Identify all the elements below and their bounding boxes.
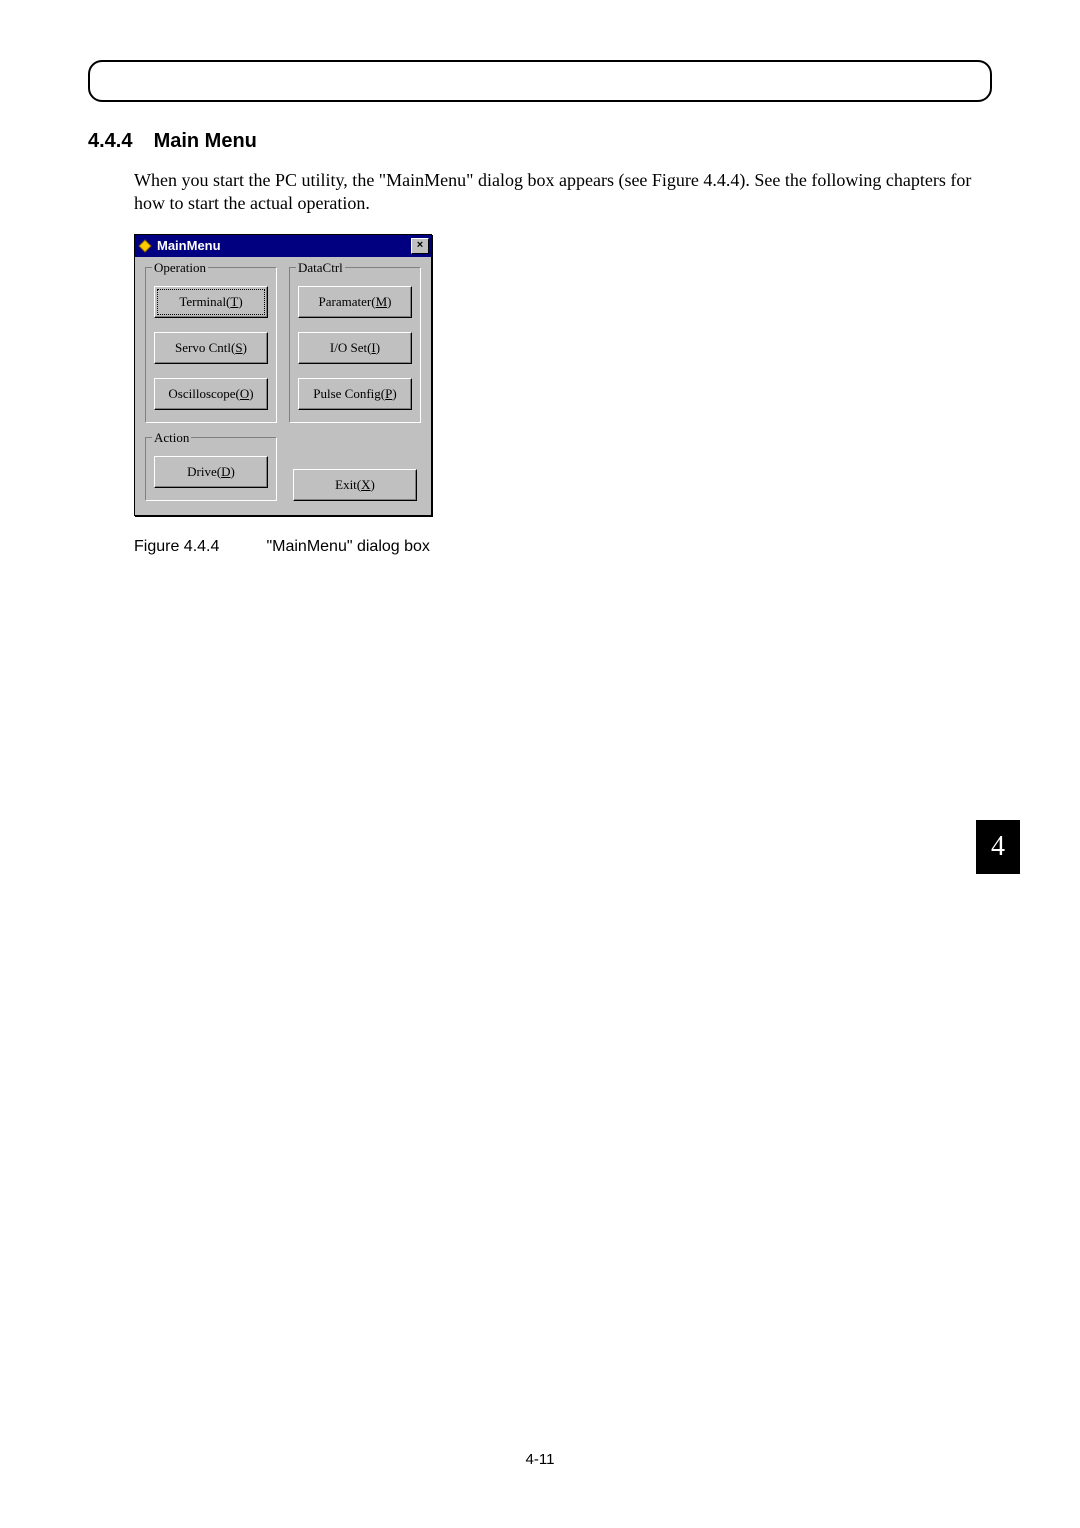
intro-paragraph: When you start the PC utility, the "Main… [134, 169, 992, 216]
legend-action: Action [152, 430, 191, 446]
figure-caption: Figure 4.4.4 "MainMenu" dialog box [134, 538, 992, 556]
exit-button[interactable]: Exit(X) [293, 469, 417, 501]
section-number: 4.4.4 [88, 130, 148, 153]
section-title: Main Menu [154, 130, 257, 152]
titlebar[interactable]: MainMenu × [135, 235, 431, 257]
legend-datactrl: DataCtrl [296, 260, 345, 276]
drive-button[interactable]: Drive(D) [154, 456, 268, 488]
mainmenu-dialog: MainMenu × Operation Terminal(T) Servo C… [134, 234, 432, 516]
right-column: DataCtrl Paramater(M) I/O Set(I) Pulse C… [289, 267, 421, 501]
servo-cntl-button[interactable]: Servo Cntl(S) [154, 332, 268, 364]
paramater-button[interactable]: Paramater(M) [298, 286, 412, 318]
section-heading: 4.4.4 Main Menu [88, 130, 992, 153]
page-number: 4-11 [0, 1451, 1080, 1468]
app-icon [137, 238, 153, 254]
terminal-button[interactable]: Terminal(T) [154, 286, 268, 318]
legend-operation: Operation [152, 260, 208, 276]
close-icon[interactable]: × [411, 238, 429, 254]
dialog-body: Operation Terminal(T) Servo Cntl(S) Osci… [135, 257, 431, 515]
io-set-button[interactable]: I/O Set(I) [298, 332, 412, 364]
chapter-tab: 4 [976, 820, 1020, 874]
figure-caption-text: "MainMenu" dialog box [266, 538, 429, 555]
spacer [289, 437, 421, 455]
header-box [88, 60, 992, 102]
figure-number: Figure 4.4.4 [134, 538, 262, 556]
group-action: Action Drive(D) [145, 437, 277, 501]
oscilloscope-button[interactable]: Oscilloscope(O) [154, 378, 268, 410]
titlebar-text: MainMenu [157, 238, 411, 253]
group-operation: Operation Terminal(T) Servo Cntl(S) Osci… [145, 267, 277, 423]
pulse-config-button[interactable]: Pulse Config(P) [298, 378, 412, 410]
left-column: Operation Terminal(T) Servo Cntl(S) Osci… [145, 267, 277, 501]
group-datactrl: DataCtrl Paramater(M) I/O Set(I) Pulse C… [289, 267, 421, 423]
